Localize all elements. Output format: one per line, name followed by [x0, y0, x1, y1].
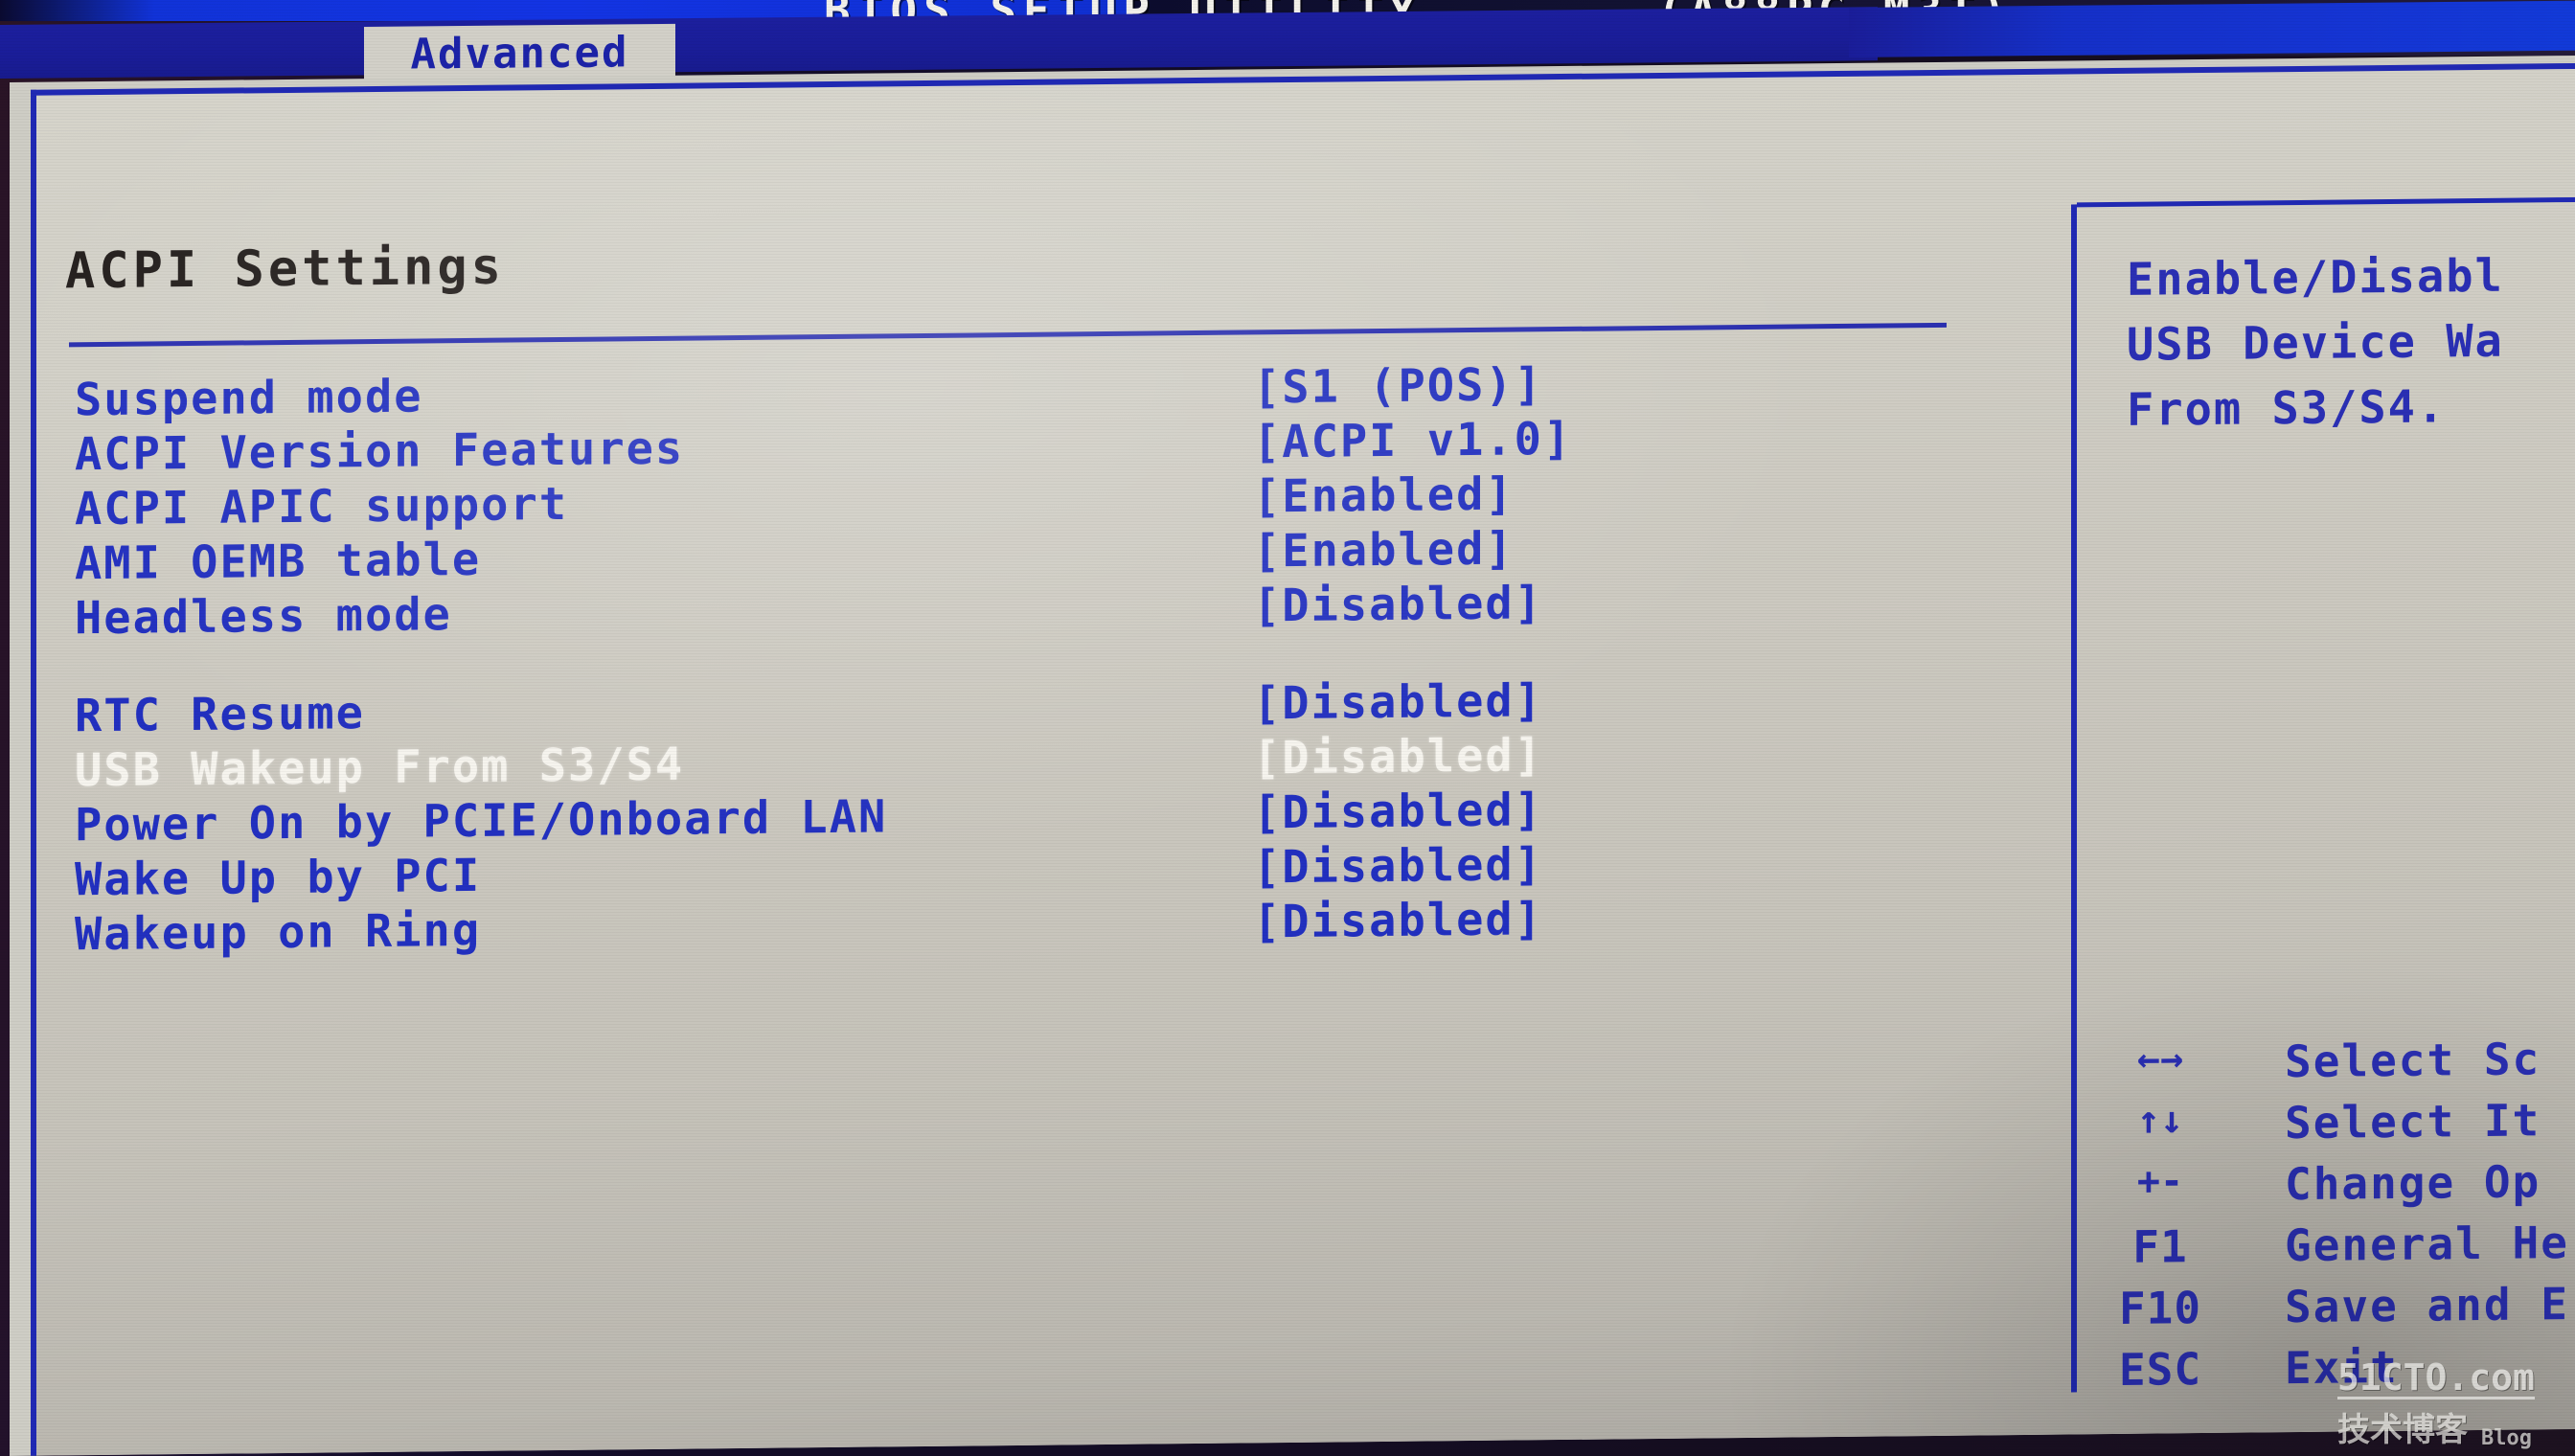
setting-value[interactable]: [S1 (POS)] [1253, 358, 1543, 414]
help-line: From S3/S4. [2127, 380, 2447, 437]
help-line: Enable/Disabl [2127, 249, 2504, 307]
setting-value[interactable]: [Disabled] [1253, 838, 1543, 894]
key-legend: ←→ Select Sc ↑↓ Select It +- Change Op F1 Gener… [2060, 1032, 2575, 1406]
up-down-arrows-icon: ↑↓ [2136, 1098, 2184, 1143]
setting-value[interactable]: [Disabled] [1253, 577, 1543, 632]
legend-description: Save and E [2285, 1278, 2569, 1333]
watermark: 51CTO.com 技术博客 Blog [2337, 1358, 2575, 1450]
menubar-right-fill [1849, 0, 2575, 57]
help-line: USB Device Wa [2127, 314, 2504, 372]
setting-label: ACPI Version Features [75, 421, 685, 482]
setting-label: AMI OEMB table [75, 533, 482, 591]
setting-label: RTC Resume [75, 687, 365, 743]
f1-key-icon: F1 [2132, 1220, 2188, 1273]
legend-description: Select Sc [2285, 1033, 2541, 1088]
bios-setup-screen: BIOS SETUP UTILITY (A88PG-M3T) Advanced … [0, 0, 2575, 1456]
legend-description: Change Op [2285, 1155, 2541, 1211]
setting-label: Wake Up by PCI [75, 849, 482, 907]
setting-value[interactable]: [Disabled] [1253, 893, 1543, 948]
watermark-blog-label: Blog [2481, 1426, 2532, 1450]
legend-row: F10 Save and E [2060, 1277, 2575, 1345]
setting-value[interactable]: [Disabled] [1253, 784, 1543, 839]
legend-row: F1 General He [2060, 1216, 2575, 1284]
plus-minus-icon: +- [2136, 1159, 2184, 1204]
setting-label: Suspend mode [75, 370, 423, 427]
legend-row: +- Change Op [2060, 1154, 2575, 1222]
setting-label: Headless mode [75, 588, 452, 646]
watermark-cn-label: 技术博客 [2337, 1411, 2468, 1449]
setting-label: ACPI APIC support [75, 477, 569, 536]
setting-value[interactable]: [Enabled] [1253, 523, 1515, 579]
panel-border-left [31, 89, 36, 1456]
setting-label: Power On by PCIE/Onboard LAN [75, 790, 888, 853]
setting-label: USB Wakeup From S3/S4 [75, 738, 685, 798]
watermark-sub: 技术博客 Blog [2337, 1403, 2575, 1450]
legend-row: ←→ Select Sc [2060, 1032, 2575, 1100]
legend-row: ↑↓ Select It [2060, 1093, 2575, 1161]
setting-value[interactable]: [Disabled] [1253, 674, 1543, 730]
esc-key-icon: ESC [2118, 1343, 2202, 1396]
f10-key-icon: F10 [2118, 1282, 2202, 1334]
watermark-site: 51CTO.com [2337, 1356, 2535, 1399]
setting-label: Wakeup on Ring [75, 903, 482, 962]
setting-value[interactable]: [Disabled] [1253, 729, 1543, 785]
setting-value[interactable]: [Enabled] [1253, 468, 1515, 524]
left-right-arrows-icon: ←→ [2136, 1036, 2184, 1081]
body-panel: ACPI Settings Suspend mode [S1 (POS)] ACPI… [10, 55, 2575, 1456]
help-text: Enable/Disabl USB Device Wa From S3/S4. [2127, 241, 2575, 443]
legend-description: General He [2285, 1217, 2569, 1272]
setting-value[interactable]: [ACPI v1.0] [1253, 413, 1572, 468]
section-title: ACPI Settings [65, 238, 505, 301]
legend-description: Select It [2285, 1094, 2541, 1149]
tab-advanced-label: Advanced [410, 28, 629, 80]
